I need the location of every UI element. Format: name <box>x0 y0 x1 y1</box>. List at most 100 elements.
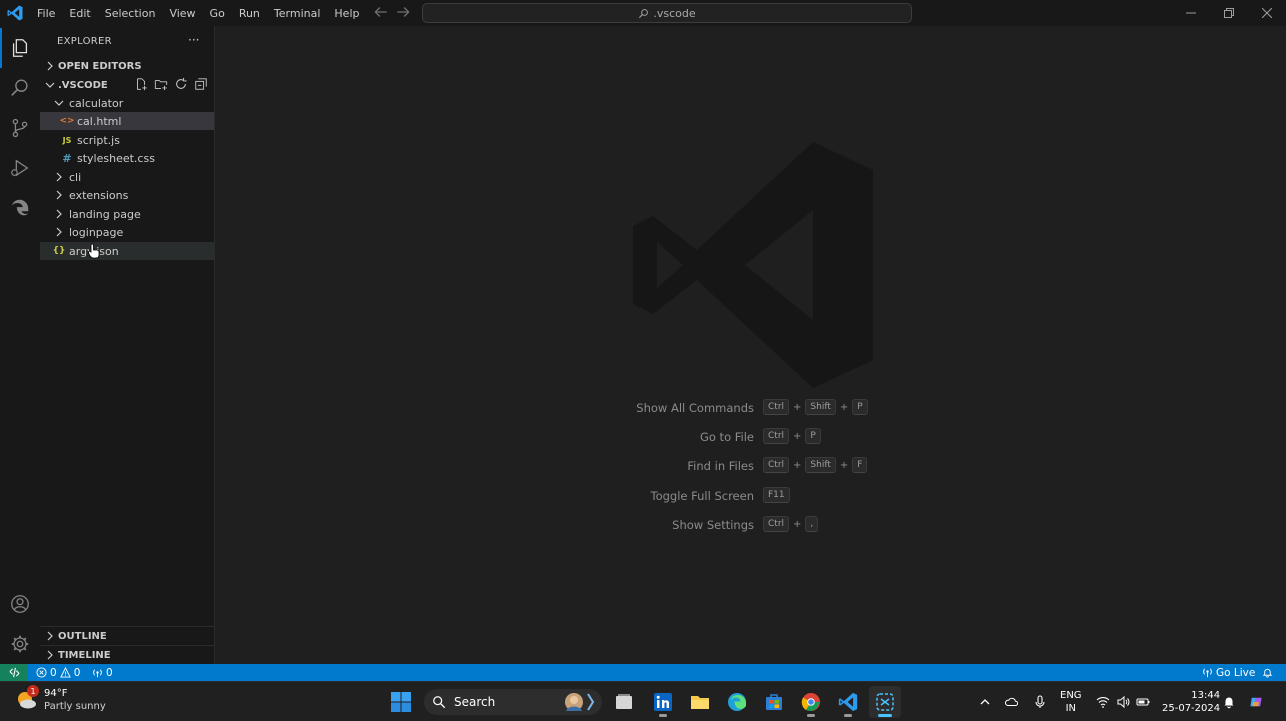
clock-date: 25-07-2024 <box>1162 703 1221 714</box>
html-file-icon: <> <box>59 116 75 126</box>
close-icon <box>1262 8 1272 18</box>
workspace-folder-section[interactable]: .VSCODE <box>40 76 214 94</box>
onedrive-tray-icon[interactable] <box>1004 682 1018 721</box>
ports-status-button[interactable]: 0 <box>92 664 113 681</box>
menu-terminal[interactable]: Terminal <box>267 7 328 20</box>
menu-edit[interactable]: Edit <box>62 7 97 20</box>
tree-item-label: script.js <box>77 133 120 147</box>
close-button[interactable] <box>1248 0 1286 26</box>
tree-folder-calculator[interactable]: calculator <box>40 94 214 112</box>
shortcut-find-in-files: Find in Files Ctrl + Shift + F <box>215 457 1286 477</box>
remote-icon <box>9 667 19 678</box>
language-code: ENG <box>1060 690 1082 701</box>
show-hidden-icons-button[interactable] <box>978 682 992 721</box>
minimize-button[interactable] <box>1172 0 1210 26</box>
shortcut-toggle-full-screen: Toggle Full Screen F11 <box>215 487 1286 507</box>
command-center-search[interactable]: .vscode <box>422 3 912 23</box>
copilot-button[interactable] <box>1249 682 1263 721</box>
tree-file-argv-json[interactable]: {} argv.json <box>40 242 214 260</box>
go-live-button[interactable]: Go Live <box>1202 664 1255 681</box>
menu-go[interactable]: Go <box>203 7 232 20</box>
menu-help[interactable]: Help <box>327 7 366 20</box>
back-arrow-icon[interactable] <box>372 3 390 21</box>
microsoft-store-app[interactable] <box>758 686 790 718</box>
key-cap: P <box>805 428 821 444</box>
system-clock[interactable]: 13:44 25-07-2024 <box>1162 689 1220 715</box>
remote-indicator-button[interactable] <box>0 664 28 681</box>
chevron-right-icon <box>56 209 62 219</box>
refresh-icon[interactable] <box>174 77 188 91</box>
run-debug-activity-button[interactable] <box>0 148 40 188</box>
search-activity-button[interactable] <box>0 68 40 108</box>
vscode-app[interactable] <box>832 686 864 718</box>
collapse-all-icon[interactable] <box>194 77 208 91</box>
edge-devtools-activity-button[interactable] <box>0 188 40 228</box>
shortcut-label: Go to File <box>699 430 754 444</box>
volume-tray-icon[interactable] <box>1116 682 1130 721</box>
copilot-icon <box>1250 697 1262 706</box>
new-file-icon[interactable] <box>134 77 148 91</box>
running-indicator <box>844 714 852 717</box>
task-view-app[interactable] <box>608 686 640 718</box>
file-explorer-app[interactable] <box>684 686 716 718</box>
key-cap: P <box>852 399 868 415</box>
forward-arrow-icon[interactable] <box>394 3 412 21</box>
tree-folder-cli[interactable]: cli <box>40 168 214 186</box>
linkedin-app[interactable] <box>647 686 679 718</box>
menu-run[interactable]: Run <box>232 7 267 20</box>
bell-icon <box>1262 668 1273 678</box>
snipping-tool-app[interactable] <box>869 686 901 718</box>
accounts-activity-button[interactable] <box>0 584 40 624</box>
tree-folder-extensions[interactable]: extensions <box>40 186 214 204</box>
tree-folder-loginpage[interactable]: loginpage <box>40 223 214 241</box>
speaker-icon <box>1117 695 1130 708</box>
title-bar: File Edit Selection View Go Run Terminal… <box>0 0 1286 26</box>
chevron-up-icon <box>980 698 990 704</box>
timeline-section[interactable]: TIMELINE <box>40 646 214 664</box>
tree-file-script-js[interactable]: JS script.js <box>40 131 214 149</box>
battery-tray-icon[interactable] <box>1136 682 1150 721</box>
menu-file[interactable]: File <box>30 7 62 20</box>
notifications-button[interactable] <box>1262 664 1273 681</box>
manage-activity-button[interactable] <box>0 624 40 664</box>
mouse-pointer-icon <box>88 243 100 259</box>
window-controls <box>1172 0 1286 26</box>
files-icon <box>12 39 28 57</box>
maximize-button[interactable] <box>1210 0 1248 26</box>
editor-area: Show All Commands Ctrl + Shift + P Go to F… <box>215 26 1286 664</box>
search-icon <box>433 696 446 709</box>
outline-section[interactable]: OUTLINE <box>40 627 214 645</box>
tree-file-stylesheet-css[interactable]: # stylesheet.css <box>40 149 214 167</box>
wifi-icon <box>1096 696 1110 708</box>
edge-app[interactable] <box>721 686 753 718</box>
start-button[interactable] <box>385 686 417 718</box>
weather-description: Partly sunny <box>44 701 106 712</box>
explorer-activity-button[interactable] <box>0 28 40 68</box>
vscode-icon <box>838 692 858 712</box>
taskbar-search-box[interactable]: Search <box>424 689 602 715</box>
input-language-indicator[interactable]: ENG IN <box>1060 689 1082 715</box>
weather-widget[interactable]: 1 94°F Partly sunny <box>14 685 106 713</box>
snipping-tool-icon <box>876 693 894 711</box>
gear-icon <box>11 635 29 653</box>
go-live-label: Go Live <box>1216 666 1256 679</box>
microphone-tray-icon[interactable] <box>1033 682 1047 721</box>
menu-selection[interactable]: Selection <box>98 7 163 20</box>
activity-bar <box>0 26 40 664</box>
problems-status-button[interactable]: 0 0 <box>36 664 80 681</box>
tree-folder-landing-page[interactable]: landing page <box>40 205 214 223</box>
network-tray-icon[interactable] <box>1096 682 1110 721</box>
search-highlight-icon <box>565 693 595 711</box>
menu-view[interactable]: View <box>162 7 202 20</box>
notification-center-button[interactable] <box>1222 682 1236 721</box>
folder-actions <box>134 77 208 91</box>
open-editors-section[interactable]: OPEN EDITORS <box>40 57 214 75</box>
new-folder-icon[interactable] <box>154 77 168 91</box>
tree-file-cal-html[interactable]: <> cal.html <box>40 112 214 130</box>
source-control-icon <box>12 118 28 138</box>
explorer-more-actions-button[interactable]: ··· <box>188 33 199 47</box>
source-control-activity-button[interactable] <box>0 108 40 148</box>
js-file-icon: JS <box>62 135 72 145</box>
chrome-app[interactable] <box>795 686 827 718</box>
command-center-text: .vscode <box>653 6 696 20</box>
